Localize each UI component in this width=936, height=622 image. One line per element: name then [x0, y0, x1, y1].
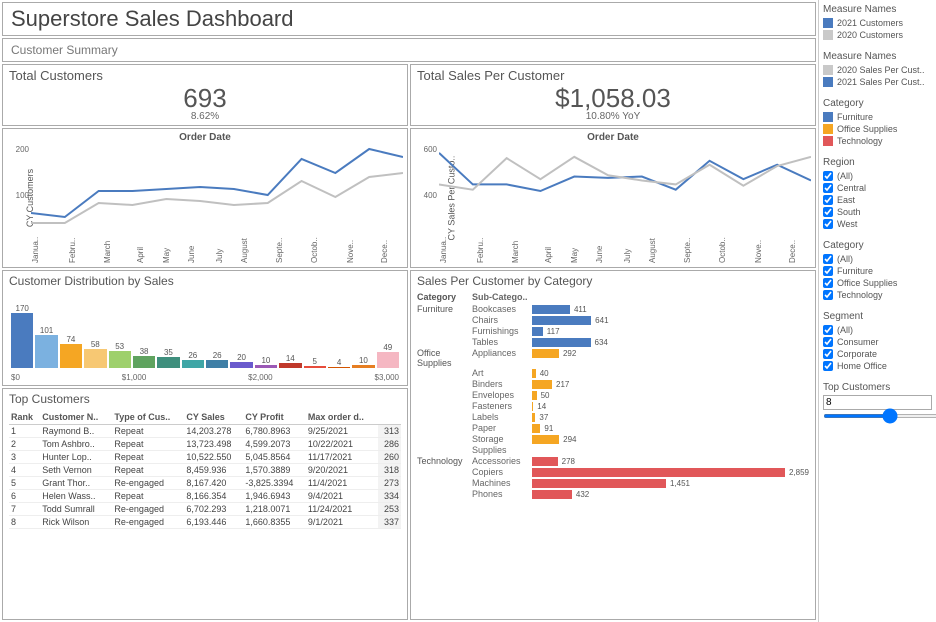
table-row[interactable]: 4Seth VernonRepeat8,459.9361,570.38899/2…: [9, 464, 401, 477]
table-row[interactable]: 3Hunter Lop..Repeat10,522.5505,045.85641…: [9, 451, 401, 464]
dashboard-subtitle: Customer Summary: [2, 38, 816, 62]
legend-item[interactable]: 2020 Sales Per Cust..: [823, 64, 932, 76]
hbar-row[interactable]: Copiers2,859: [417, 467, 809, 478]
x-axis: Janua..Febru..MarchAprilMayJuneJulyAugus…: [31, 239, 403, 267]
filter-segment: Segment(All)ConsumerCorporateHome Office: [823, 309, 932, 376]
hbar-row[interactable]: Chairs641: [417, 315, 809, 326]
hbar-row[interactable]: Envelopes50: [417, 390, 809, 401]
hist-bars: 17010174585338352626201014541049: [11, 308, 399, 368]
legend-item[interactable]: Technology: [823, 135, 932, 147]
legend-item[interactable]: Office Supplies: [823, 123, 932, 135]
filter-checkbox[interactable]: West: [823, 218, 932, 230]
top-n-slider[interactable]: [823, 414, 936, 418]
filters-sidebar: Measure Names2021 Customers2020 Customer…: [818, 0, 936, 622]
x-axis: Janua..Febru..MarchAprilMayJuneJulyAugus…: [439, 239, 811, 267]
hbar-row[interactable]: Phones432: [417, 489, 809, 500]
hist-axis: $0$1,000$2,000$3,000: [11, 373, 399, 382]
section-title: Top Customers: [9, 392, 401, 406]
filter-checkbox[interactable]: Consumer: [823, 336, 932, 348]
filter-checkbox[interactable]: (All): [823, 324, 932, 336]
top-n-control: Top Customers ‹ ›: [823, 380, 932, 426]
hbar-row[interactable]: Machines1,451: [417, 478, 809, 489]
kpi-total-customers: Total Customers 693 8.62%: [2, 64, 408, 126]
hbar-row[interactable]: Fasteners14: [417, 401, 809, 412]
legend-item[interactable]: 2021 Customers: [823, 17, 932, 29]
kpi-spc-title: Total Sales Per Customer: [417, 68, 809, 83]
filter-checkbox[interactable]: Corporate: [823, 348, 932, 360]
hbar-row[interactable]: Binders217: [417, 379, 809, 390]
kpi-spc: Total Sales Per Customer $1,058.03 10.80…: [410, 64, 816, 126]
hbar-row[interactable]: Supplies: [417, 445, 809, 456]
legend-measure-names-2: Measure Names2020 Sales Per Cust..2021 S…: [823, 49, 932, 92]
section-title: Sales Per Customer by Category: [417, 274, 809, 288]
legend-item[interactable]: 2020 Customers: [823, 29, 932, 41]
dashboard-title: Superstore Sales Dashboard: [2, 2, 816, 36]
legend-category: CategoryFurnitureOffice SuppliesTechnolo…: [823, 96, 932, 151]
hbar-row[interactable]: FurnitureBookcases411: [417, 304, 809, 315]
y-axis: 200100: [9, 145, 29, 237]
trend-title: Order Date: [417, 132, 809, 143]
filter-checkbox[interactable]: Office Supplies: [823, 277, 932, 289]
spc-trend-chart[interactable]: Order Date CY Sales Per Custo.. 600400 J…: [410, 128, 816, 268]
filter-checkbox[interactable]: Furniture: [823, 265, 932, 277]
spc-category-chart[interactable]: Sales Per Customer by Category Category …: [410, 270, 816, 620]
kpi-spc-change: 10.80% YoY: [417, 111, 809, 122]
table-row[interactable]: 2Tom Ashbro..Repeat13,723.4984,599.20731…: [9, 438, 401, 451]
kpi-customers-title: Total Customers: [9, 68, 401, 83]
hbar-row[interactable]: Labels37: [417, 412, 809, 423]
kpi-customers-change: 8.62%: [9, 111, 401, 122]
legend-item[interactable]: Furniture: [823, 111, 932, 123]
col-header-category: Category: [417, 292, 472, 302]
distribution-chart[interactable]: Customer Distribution by Sales 170101745…: [2, 270, 408, 386]
filter-checkbox[interactable]: Central: [823, 182, 932, 194]
hbar-row[interactable]: Furnishings117: [417, 326, 809, 337]
kpi-customers-value: 693: [9, 85, 401, 111]
chart-area: [439, 145, 811, 237]
filter-checkbox[interactable]: Technology: [823, 289, 932, 301]
table-row[interactable]: 7Todd SumrallRe-engaged6,702.2931,218.00…: [9, 503, 401, 516]
section-title: Customer Distribution by Sales: [9, 274, 401, 288]
chart-area: [31, 145, 403, 237]
legend-measure-names-1: Measure Names2021 Customers2020 Customer…: [823, 2, 932, 45]
hbar-row[interactable]: TechnologyAccessories278: [417, 456, 809, 467]
customers-trend-chart[interactable]: Order Date CY Customers 200100 Janua..Fe…: [2, 128, 408, 268]
filter-checkbox[interactable]: (All): [823, 253, 932, 265]
table-row[interactable]: 1Raymond B..Repeat14,203.2786,780.89639/…: [9, 425, 401, 438]
hbar-row[interactable]: Art40: [417, 368, 809, 379]
hbar-row[interactable]: Storage294: [417, 434, 809, 445]
filter-region: Region(All)CentralEastSouthWest: [823, 155, 932, 234]
table-row[interactable]: 8Rick WilsonRe-engaged6,193.4461,660.835…: [9, 516, 401, 529]
kpi-spc-value: $1,058.03: [417, 85, 809, 111]
col-header-subcategory: Sub-Catego..: [472, 292, 532, 302]
hbar-row[interactable]: Tables634: [417, 337, 809, 348]
filter-checkbox[interactable]: (All): [823, 170, 932, 182]
table-row[interactable]: 5Grant Thor..Re-engaged8,167.420-3,825.3…: [9, 477, 401, 490]
trend-title: Order Date: [9, 132, 401, 143]
filter-checkbox[interactable]: East: [823, 194, 932, 206]
hbar-row[interactable]: Paper91: [417, 423, 809, 434]
hbar-row[interactable]: Office SuppliesAppliances292: [417, 348, 809, 368]
top-customers-panel: Top Customers RankCustomer N..Type of Cu…: [2, 388, 408, 620]
legend-item[interactable]: 2021 Sales Per Cust..: [823, 76, 932, 88]
filter-checkbox[interactable]: South: [823, 206, 932, 218]
filter-checkbox[interactable]: Home Office: [823, 360, 932, 372]
top-n-title: Top Customers: [823, 382, 932, 393]
filter-category: Category(All)FurnitureOffice SuppliesTec…: [823, 238, 932, 305]
y-axis: 600400: [417, 145, 437, 237]
top-customers-table[interactable]: RankCustomer N..Type of Cus..CY SalesCY …: [9, 410, 401, 529]
table-row[interactable]: 6Helen Wass..Repeat8,166.3541,946.69439/…: [9, 490, 401, 503]
